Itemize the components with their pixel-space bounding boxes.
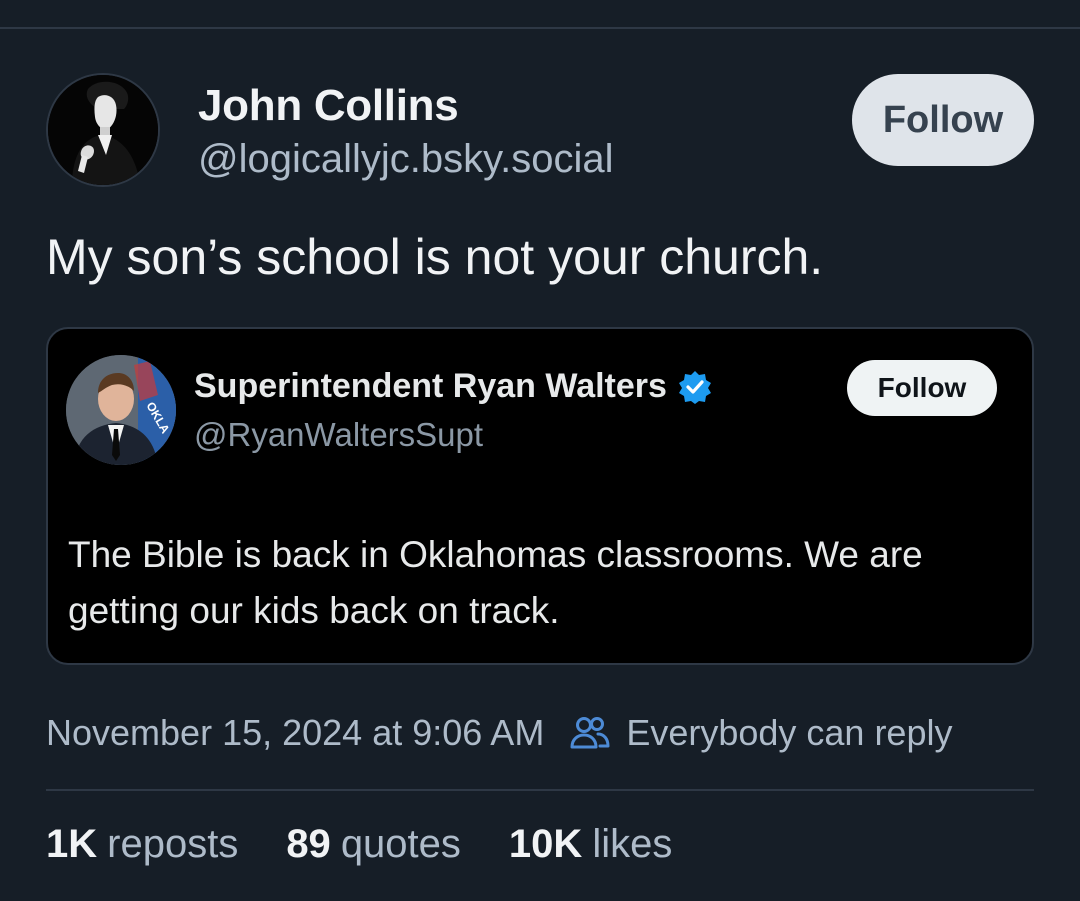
likes-count: 10K <box>508 822 583 866</box>
quoted-follow-button[interactable]: Follow <box>847 360 997 416</box>
quotes-stat[interactable]: 89 quotes <box>286 822 461 867</box>
quotes-count: 89 <box>286 822 331 866</box>
post-text: My son’s school is not your church. <box>46 229 824 285</box>
author-name[interactable]: John Collins <box>198 81 459 131</box>
follow-button[interactable]: Follow <box>852 74 1034 166</box>
reply-setting[interactable]: Everybody can reply <box>626 712 952 754</box>
author-handle[interactable]: @logicallyjc.bsky.social <box>198 137 614 182</box>
author-avatar[interactable] <box>46 73 160 187</box>
top-divider <box>0 27 1080 29</box>
reposts-count: 1K <box>46 822 98 866</box>
post-header: John Collins @logicallyjc.bsky.social Fo… <box>46 73 1036 193</box>
reposts-stat[interactable]: 1K reposts <box>46 822 238 867</box>
stats-divider <box>46 789 1034 791</box>
quotes-label: quotes <box>340 822 461 866</box>
verified-badge-icon <box>677 369 713 405</box>
quoted-author-name[interactable]: Superintendent Ryan Walters <box>194 367 667 406</box>
quoted-author-name-row: Superintendent Ryan Walters <box>194 367 713 406</box>
quoted-post-card[interactable]: OKLA Superintendent Ryan Walters @RyanWa… <box>46 327 1034 665</box>
post-timestamp: November 15, 2024 at 9:06 AM <box>46 712 545 753</box>
people-icon <box>568 711 612 755</box>
engagement-stats: 1K reposts 89 quotes 10K likes <box>46 822 720 867</box>
reposts-label: reposts <box>107 822 239 866</box>
quoted-author-handle[interactable]: @RyanWaltersSupt <box>194 416 483 454</box>
post-meta: November 15, 2024 at 9:06 AM Everybody c… <box>46 710 952 756</box>
likes-label: likes <box>592 822 673 866</box>
quoted-post-text: The Bible is back in Oklahomas classroom… <box>68 534 923 631</box>
likes-stat[interactable]: 10K likes <box>509 822 672 867</box>
quoted-author-avatar[interactable]: OKLA <box>66 355 176 465</box>
